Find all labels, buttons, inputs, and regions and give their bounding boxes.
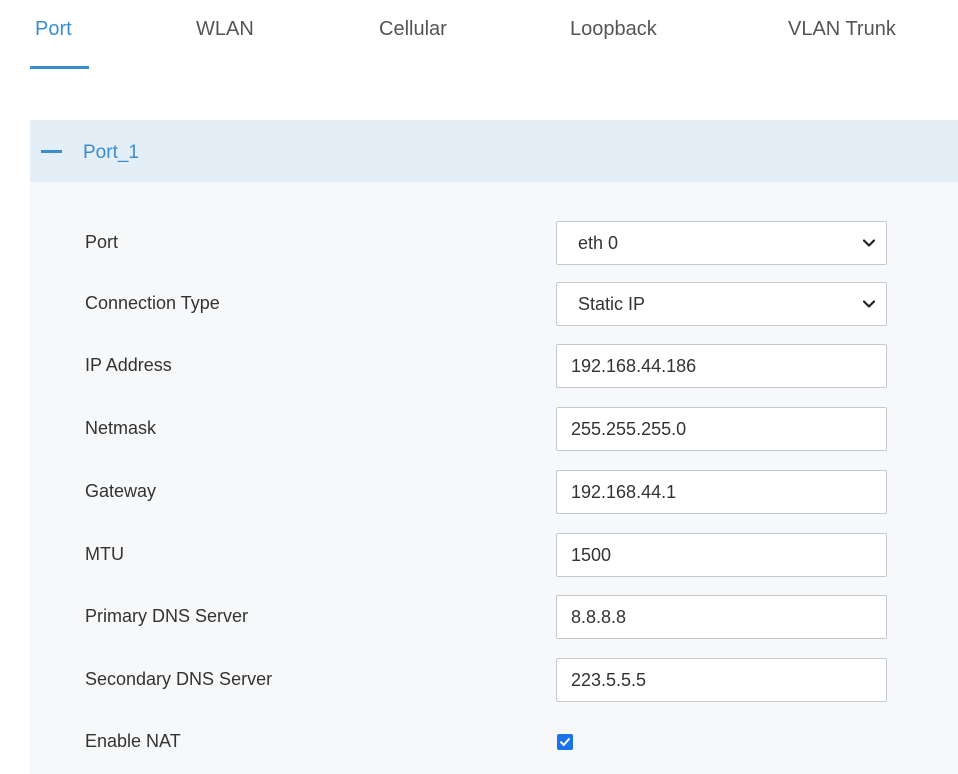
minus-icon[interactable] bbox=[41, 150, 62, 153]
form-row-connection-type: Connection Type Static IP bbox=[30, 282, 958, 326]
active-tab-indicator bbox=[30, 66, 89, 69]
panel-title: Port_1 bbox=[83, 142, 139, 163]
mtu-input[interactable] bbox=[556, 533, 887, 577]
enable-nat-label: Enable NAT bbox=[85, 731, 181, 751]
netmask-label: Netmask bbox=[85, 418, 157, 438]
checkmark-icon bbox=[560, 738, 570, 746]
gateway-input[interactable] bbox=[556, 470, 887, 514]
ip-address-label: IP Address bbox=[85, 355, 172, 375]
tab-bar: Port WLAN Cellular Loopback VLAN Trunk bbox=[0, 0, 958, 70]
port-label: Port bbox=[85, 232, 119, 252]
port-panel-header[interactable]: Port_1 bbox=[30, 120, 958, 182]
connection-type-label: Connection Type bbox=[85, 293, 220, 313]
tab-port[interactable]: Port bbox=[35, 18, 72, 41]
primary-dns-label: Primary DNS Server bbox=[85, 606, 249, 626]
tab-loopback[interactable]: Loopback bbox=[570, 18, 657, 41]
enable-nat-checkbox[interactable] bbox=[557, 734, 573, 750]
mtu-label: MTU bbox=[85, 544, 124, 564]
gateway-label: Gateway bbox=[85, 481, 157, 501]
form-row-secondary-dns: Secondary DNS Server bbox=[30, 658, 958, 702]
port-select[interactable]: eth 0 bbox=[556, 221, 887, 265]
secondary-dns-input[interactable] bbox=[556, 658, 887, 702]
connection-type-select[interactable]: Static IP bbox=[556, 282, 887, 326]
form-row-primary-dns: Primary DNS Server bbox=[30, 595, 958, 639]
form-row-netmask: Netmask bbox=[30, 407, 958, 451]
form-row-port: Port eth 0 bbox=[30, 221, 958, 265]
network-interface-page: Port WLAN Cellular Loopback VLAN Trunk P… bbox=[0, 0, 958, 774]
port-panel: Port_1 Port eth 0 Connection Type Static… bbox=[30, 120, 958, 774]
netmask-input[interactable] bbox=[556, 407, 887, 451]
tab-wlan[interactable]: WLAN bbox=[196, 18, 254, 41]
ip-address-input[interactable] bbox=[556, 344, 887, 388]
primary-dns-input[interactable] bbox=[556, 595, 887, 639]
tab-vlan-trunk[interactable]: VLAN Trunk bbox=[788, 18, 896, 41]
form-row-ip-address: IP Address bbox=[30, 344, 958, 388]
form-row-mtu: MTU bbox=[30, 533, 958, 577]
connection-type-select-value: Static IP bbox=[578, 294, 646, 314]
port-select-value: eth 0 bbox=[578, 233, 619, 253]
form-row-gateway: Gateway bbox=[30, 470, 958, 514]
chevron-down-icon bbox=[862, 300, 876, 308]
tab-cellular[interactable]: Cellular bbox=[379, 18, 447, 41]
secondary-dns-label: Secondary DNS Server bbox=[85, 669, 273, 689]
form-row-enable-nat: Enable NAT bbox=[30, 720, 958, 764]
chevron-down-icon bbox=[862, 239, 876, 247]
